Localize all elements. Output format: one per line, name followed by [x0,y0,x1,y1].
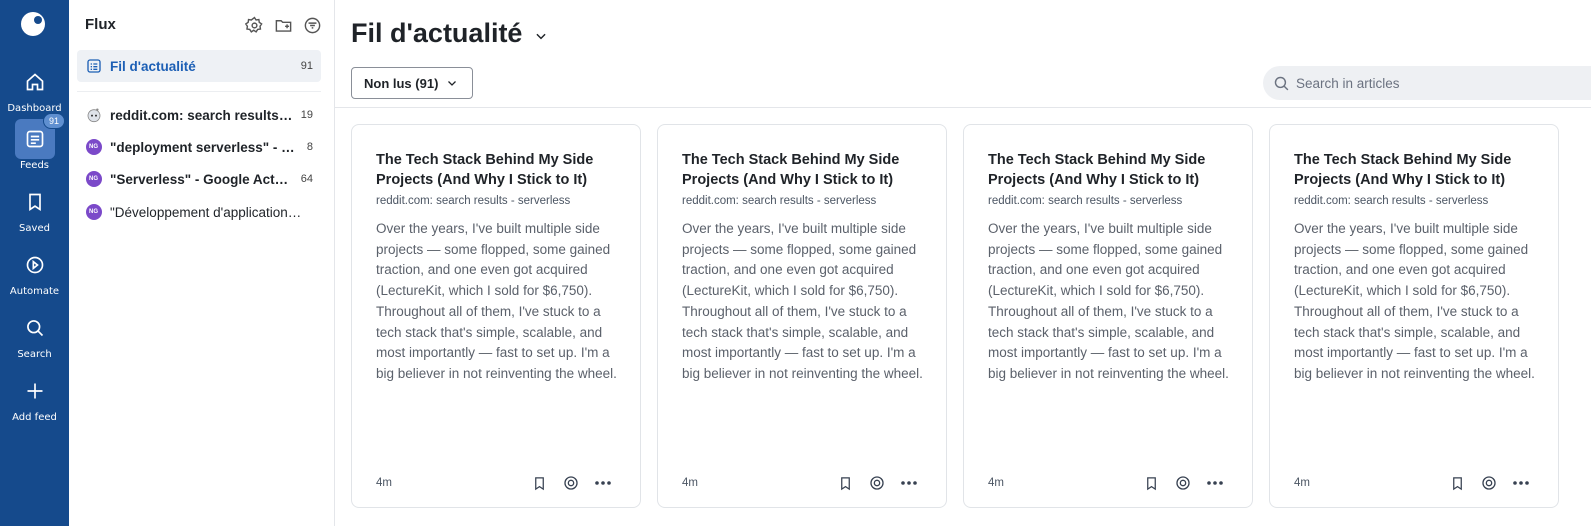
feed-row-all[interactable]: Fil d'actualité 91 [77,50,321,82]
card-actions [836,474,918,492]
article-card[interactable]: The Tech Stack Behind My Side Projects (… [351,124,641,508]
main-content: Fil d'actualité Non lus (91) The Tech St… [335,0,1591,526]
divider [77,91,321,92]
panel-title: Flux [85,16,116,33]
feed-row-label: "Serverless" - Google Actualités [110,171,293,187]
bookmark-icon [15,182,55,222]
search-icon [15,308,55,348]
rail-label: Search [17,349,52,360]
feed-list-icon [85,58,102,75]
automate-icon [15,245,55,285]
ng-avatar: NG [85,139,102,156]
page-title: Fil d'actualité [351,18,523,48]
article-card[interactable]: The Tech Stack Behind My Side Projects (… [1269,124,1559,508]
article-age: 4m [1294,477,1310,489]
filter-icon[interactable] [303,16,322,35]
article-excerpt: Over the years, I've built multiple side… [988,221,1229,381]
bookmark-icon[interactable] [836,474,854,492]
feed-row-count: 91 [300,60,313,72]
rail-item-add-feed[interactable]: Add feed [0,371,69,423]
rail-item-saved[interactable]: Saved [0,182,69,234]
rail-item-search[interactable]: Search [0,308,69,360]
rail-label: Add feed [12,412,57,423]
ng-avatar: NG [85,204,102,221]
settings-icon[interactable] [244,16,264,35]
article-source: reddit.com: search results - serverless [988,195,1183,207]
mark-read-icon[interactable] [1174,474,1192,492]
panel-toolbar [244,16,322,35]
feed-row-label: "deployment serverless" - Google Alerts [110,139,299,155]
rail-item-automate[interactable]: Automate [0,245,69,297]
card-actions [530,474,612,492]
app-logo[interactable] [21,12,45,36]
feed-row-label: reddit.com: search results - serverless [110,107,293,123]
filter-label: Non lus (91) [364,75,439,91]
article-search [1263,66,1591,100]
unread-filter-button[interactable]: Non lus (91) [351,67,473,99]
article-title: The Tech Stack Behind My Side Projects (… [1294,152,1512,188]
home-icon [15,62,55,102]
rail-item-feeds[interactable]: 91 Feeds [0,113,69,171]
search-input[interactable] [1296,75,1576,91]
rail-label: Automate [9,286,60,297]
bookmark-icon[interactable] [1448,474,1466,492]
bookmark-icon[interactable] [530,474,548,492]
article-title: The Tech Stack Behind My Side Projects (… [376,152,594,188]
article-excerpt: Over the years, I've built multiple side… [682,221,923,381]
mark-read-icon[interactable] [562,474,580,492]
article-title: The Tech Stack Behind My Side Projects (… [988,152,1206,188]
article-title: The Tech Stack Behind My Side Projects (… [682,152,900,188]
article-age: 4m [682,477,698,489]
article-excerpt: Over the years, I've built multiple side… [1294,221,1535,381]
feeds-count-badge: 91 [43,113,66,129]
feed-row-count: 64 [300,173,313,185]
article-age: 4m [376,477,392,489]
card-actions [1448,474,1530,492]
feed-title-dropdown[interactable]: Fil d'actualité [351,18,548,49]
article-source: reddit.com: search results - serverless [1294,195,1489,207]
card-actions [1142,474,1224,492]
mark-read-icon[interactable] [868,474,886,492]
rail-item-dashboard[interactable]: Dashboard [0,62,69,114]
more-options-icon[interactable] [1206,474,1224,492]
feed-row-count: 8 [306,141,313,153]
new-folder-icon[interactable] [274,16,293,35]
rail-label: Saved [19,223,50,234]
more-options-icon[interactable] [900,474,918,492]
article-age: 4m [988,477,1004,489]
search-icon [1274,76,1289,90]
chevron-down-icon [536,33,547,39]
more-options-icon[interactable] [594,474,612,492]
article-source: reddit.com: search results - serverless [376,195,571,207]
rail-label: Feeds [19,160,50,171]
feed-row-label: "Développement d'applications serverless… [110,204,305,220]
ng-avatar: NG [85,171,102,188]
article-excerpt: Over the years, I've built multiple side… [376,221,617,381]
more-options-icon[interactable] [1512,474,1530,492]
mark-read-icon[interactable] [1480,474,1498,492]
divider [335,107,1591,108]
feed-row-serverless-google[interactable]: NG "Serverless" - Google Actualités 64 [77,163,321,195]
article-card[interactable]: The Tech Stack Behind My Side Projects (… [657,124,947,508]
article-source: reddit.com: search results - serverless [682,195,877,207]
bookmark-icon[interactable] [1142,474,1160,492]
article-card[interactable]: The Tech Stack Behind My Side Projects (… [963,124,1253,508]
feed-panel: Flux Fil d'actualité 91 reddit.com: sear… [69,0,335,526]
feed-row-deployment-serverless[interactable]: NG "deployment serverless" - Google Aler… [77,131,321,163]
feed-row-developpement-serverless[interactable]: NG "Développement d'applications serverl… [77,196,321,228]
feed-row-count: 19 [300,109,313,121]
app-rail: Dashboard 91 Feeds Saved Automate Search… [0,0,69,526]
feed-row-reddit[interactable]: reddit.com: search results - serverless … [77,99,321,131]
reddit-icon [85,107,102,124]
plus-icon [15,371,55,411]
chevron-down-icon [448,81,457,86]
feed-row-label: Fil d'actualité [110,58,196,74]
